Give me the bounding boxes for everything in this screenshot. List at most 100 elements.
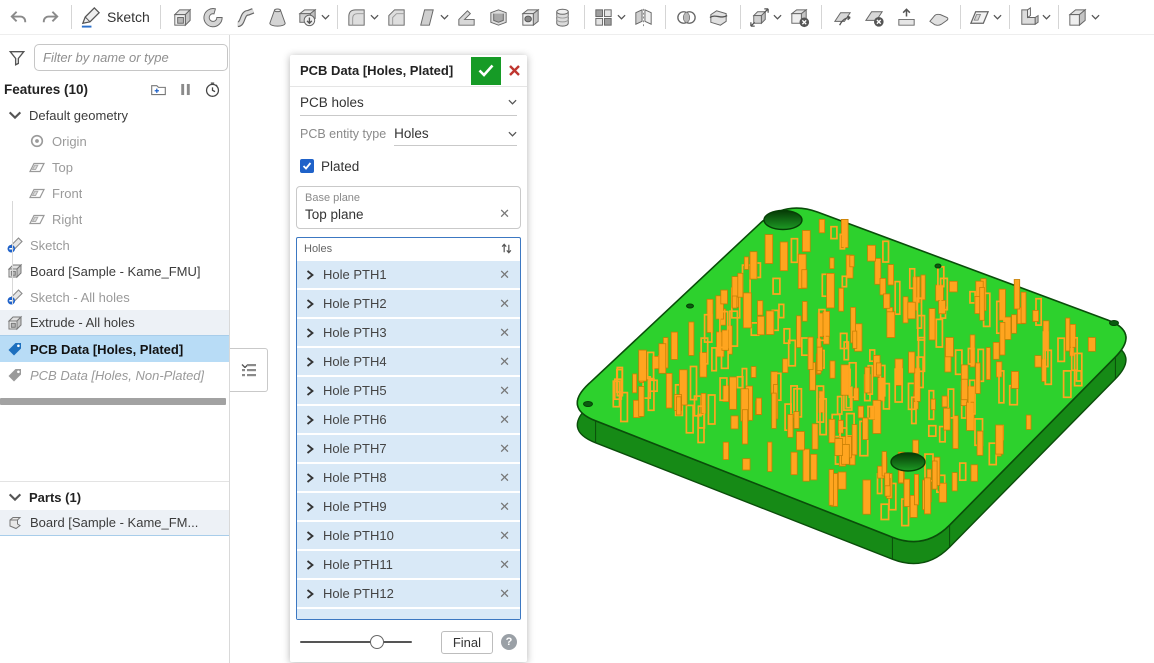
feature-tree-item-sketch[interactable]: Sketch: [0, 232, 229, 258]
entity-type-select[interactable]: Holes: [394, 122, 517, 146]
remove-hole-icon[interactable]: ✕: [497, 296, 512, 312]
new-folder-icon[interactable]: [150, 81, 167, 98]
move-face-button[interactable]: [827, 2, 859, 32]
remove-hole-icon[interactable]: ✕: [497, 325, 512, 341]
chevron-down-icon[interactable]: [1091, 14, 1100, 20]
feature-tree-item-default-geometry[interactable]: Default geometry: [0, 102, 229, 128]
delete-face-button[interactable]: [859, 2, 891, 32]
hole-button[interactable]: [515, 2, 547, 32]
filter-input[interactable]: [34, 44, 228, 71]
chevron-down-icon[interactable]: [617, 14, 626, 20]
feature-tree-item-right[interactable]: Right: [0, 206, 229, 232]
expand-chevron-icon[interactable]: [305, 386, 315, 396]
extrude-button[interactable]: [166, 2, 198, 32]
chamfer-button[interactable]: [381, 2, 413, 32]
feature-tree-item-front[interactable]: Front: [0, 180, 229, 206]
undo-button[interactable]: [2, 2, 34, 32]
remove-hole-icon[interactable]: ✕: [497, 267, 512, 283]
cancel-button[interactable]: [501, 57, 527, 85]
hole-list-item-hole-pth4[interactable]: Hole PTH4 ✕: [297, 348, 520, 375]
chevron-down-icon[interactable]: [773, 14, 782, 20]
hole-list-item-hole-pth12[interactable]: Hole PTH12 ✕: [297, 580, 520, 607]
remove-hole-icon[interactable]: ✕: [497, 528, 512, 544]
expand-chevron-icon[interactable]: [305, 328, 315, 338]
base-plane-field[interactable]: Base plane Top plane ✕: [296, 186, 521, 229]
clear-selection-icon[interactable]: ✕: [497, 206, 512, 222]
boolean-button[interactable]: [671, 2, 703, 32]
chevron-down-icon[interactable]: [1042, 14, 1051, 20]
remove-hole-icon[interactable]: ✕: [497, 354, 512, 370]
pcb-board[interactable]: [577, 208, 1126, 564]
cylinder-button[interactable]: [547, 2, 579, 32]
final-button[interactable]: Final: [441, 631, 493, 654]
feature-tree-item-pcb-data-holes-non-plated[interactable]: PCB Data [Holes, Non-Plated]: [0, 362, 229, 388]
transform-button[interactable]: [746, 2, 784, 32]
loft-button[interactable]: [262, 2, 294, 32]
filter-funnel-icon[interactable]: [8, 49, 26, 67]
plane-button[interactable]: [966, 2, 1004, 32]
help-icon[interactable]: ?: [501, 634, 517, 650]
expand-chevron-icon[interactable]: [305, 589, 315, 599]
linear-pattern-button[interactable]: [590, 2, 628, 32]
suppress-pause-icon[interactable]: [177, 81, 194, 98]
chevron-down-icon[interactable]: [321, 14, 330, 20]
expand-chevron-icon[interactable]: [305, 299, 315, 309]
hole-list-item-hole-pth3[interactable]: Hole PTH3 ✕: [297, 319, 520, 346]
frame-button[interactable]: [1064, 2, 1102, 32]
sweep-button[interactable]: [230, 2, 262, 32]
chevron-down-icon[interactable]: [370, 14, 379, 20]
expand-chevron-icon[interactable]: [305, 270, 315, 280]
expand-chevron-icon[interactable]: [305, 357, 315, 367]
mirror-button[interactable]: [628, 2, 660, 32]
feature-tree-item-pcb-data-holes-plated[interactable]: PCB Data [Holes, Plated]: [0, 336, 229, 362]
rollback-bar[interactable]: [0, 398, 226, 405]
sort-icon[interactable]: [500, 242, 513, 255]
thicken-button[interactable]: [294, 2, 332, 32]
hole-list-item-hole-pth5[interactable]: Hole PTH5 ✕: [297, 377, 520, 404]
fillet-button[interactable]: [343, 2, 381, 32]
feature-list-flyout-button[interactable]: [230, 348, 268, 392]
chevron-down-icon[interactable]: [993, 14, 1002, 20]
sketch-pencil-button[interactable]: Sketch: [77, 2, 155, 32]
hole-list-item-hole-pth10[interactable]: Hole PTH10 ✕: [297, 522, 520, 549]
remove-hole-icon[interactable]: ✕: [497, 586, 512, 602]
hole-list-item-hole-pth8[interactable]: Hole PTH8 ✕: [297, 464, 520, 491]
hole-list-item-hole-pth9[interactable]: Hole PTH9 ✕: [297, 493, 520, 520]
sheet-metal-button[interactable]: [1015, 2, 1053, 32]
expand-chevron-icon[interactable]: [305, 531, 315, 541]
pcb-type-select[interactable]: PCB holes: [300, 89, 517, 116]
modify-fillet-button[interactable]: [923, 2, 955, 32]
delete-part-button[interactable]: [784, 2, 816, 32]
slider-handle[interactable]: [370, 635, 384, 649]
remove-hole-icon[interactable]: ✕: [497, 412, 512, 428]
parts-header-row[interactable]: Parts (1): [0, 484, 229, 510]
plated-checkbox[interactable]: Plated: [300, 154, 517, 178]
feature-tree-item-origin[interactable]: Origin: [0, 128, 229, 154]
rollback-slider[interactable]: [300, 635, 412, 649]
draft-button[interactable]: [413, 2, 451, 32]
remove-hole-icon[interactable]: ✕: [497, 557, 512, 573]
hole-list-item-hole-pth7[interactable]: Hole PTH7 ✕: [297, 435, 520, 462]
feature-tree-item-top[interactable]: Top: [0, 154, 229, 180]
remove-hole-icon[interactable]: ✕: [497, 499, 512, 515]
revolve-button[interactable]: [198, 2, 230, 32]
expand-chevron-icon[interactable]: [305, 415, 315, 425]
hole-list-item-hole-pth11[interactable]: Hole PTH11 ✕: [297, 551, 520, 578]
expand-chevron-icon[interactable]: [305, 473, 315, 483]
expand-chevron-icon[interactable]: [305, 502, 315, 512]
feature-tree-item-extrude-all-holes[interactable]: Extrude - All holes: [0, 310, 229, 336]
hole-list-item-hole-pth6[interactable]: Hole PTH6 ✕: [297, 406, 520, 433]
redo-button[interactable]: [34, 2, 66, 32]
hole-list-item-hole-pth1[interactable]: Hole PTH1 ✕: [297, 261, 520, 288]
accept-button[interactable]: [471, 57, 501, 85]
expand-chevron-icon[interactable]: [305, 560, 315, 570]
feature-tree-item-board-sample-kame-fmu[interactable]: Board [Sample - Kame_FMU]: [0, 258, 229, 284]
shell-button[interactable]: [483, 2, 515, 32]
remove-hole-icon[interactable]: ✕: [497, 383, 512, 399]
feature-tree-item-sketch-all-holes[interactable]: Sketch - All holes: [0, 284, 229, 310]
feature-tree-item-board-sample-kame-fm[interactable]: Board [Sample - Kame_FM...: [0, 510, 229, 536]
chevron-down-icon[interactable]: [440, 14, 449, 20]
split-button[interactable]: [703, 2, 735, 32]
remove-hole-icon[interactable]: ✕: [497, 441, 512, 457]
expand-chevron-icon[interactable]: [305, 444, 315, 454]
